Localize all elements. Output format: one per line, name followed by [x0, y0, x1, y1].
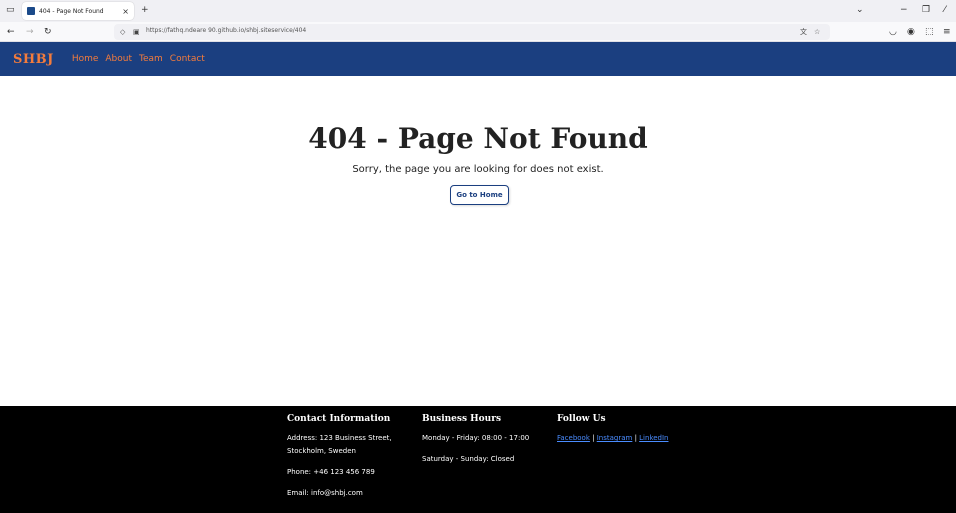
- hours-heading: Business Hours: [422, 414, 502, 424]
- nav-team[interactable]: Team: [139, 54, 163, 64]
- email: Email: info@shbj.com: [287, 489, 363, 497]
- minimize-button[interactable]: −: [900, 3, 908, 17]
- address-line-1: Address: 123 Business Street,: [287, 434, 392, 442]
- sidebar-icon[interactable]: ▭: [6, 3, 15, 17]
- link-separator: |: [589, 434, 597, 442]
- nav-about[interactable]: About: [105, 54, 132, 64]
- footer-hours: Business Hours Monday - Friday: 08:00 - …: [422, 414, 529, 474]
- social-links: Facebook | Instagram | LinkedIn: [557, 432, 669, 445]
- star-icon[interactable]: ☆: [814, 26, 820, 38]
- main-nav: Home About Team Contact: [72, 54, 212, 64]
- menu-icon[interactable]: ≡: [943, 25, 951, 39]
- site-logo[interactable]: SHBJ: [13, 52, 54, 67]
- browser-tabstrip: ▭ 404 - Page Not Found × + ⌄ − ❐ ⁄: [0, 0, 956, 22]
- restore-button[interactable]: ❐: [922, 3, 930, 17]
- browser-toolbar: ← → ↻ ◇ ▣ https://fathq.ndeare 90.github…: [0, 22, 956, 42]
- back-arrow-icon[interactable]: ←: [7, 25, 15, 39]
- tab-close-icon[interactable]: ×: [122, 7, 129, 16]
- linkedin-link[interactable]: LinkedIn: [639, 434, 668, 442]
- footer-follow: Follow Us Facebook | Instagram | LinkedI…: [557, 414, 669, 453]
- nav-home[interactable]: Home: [72, 54, 99, 64]
- extensions-icon[interactable]: ⬚: [925, 25, 934, 39]
- pocket-icon[interactable]: ◡: [889, 25, 897, 39]
- instagram-link[interactable]: Instagram: [597, 434, 633, 442]
- site-header: SHBJ Home About Team Contact: [0, 42, 956, 76]
- browser-tab[interactable]: 404 - Page Not Found ×: [22, 2, 134, 20]
- weekday-hours: Monday - Friday: 08:00 - 17:00: [422, 434, 530, 442]
- favicon-icon: [27, 7, 35, 15]
- weekend-hours: Saturday - Sunday: Closed: [422, 455, 515, 463]
- nav-contact[interactable]: Contact: [170, 54, 205, 64]
- error-message: Sorry, the page you are looking for does…: [352, 164, 604, 175]
- address-bar[interactable]: ◇ ▣ https://fathq.ndeare 90.github.io/sh…: [114, 24, 830, 40]
- phone: Phone: +46 123 456 789: [287, 468, 375, 476]
- tab-title: 404 - Page Not Found: [39, 7, 104, 15]
- contact-heading: Contact Information: [287, 414, 391, 424]
- follow-heading: Follow Us: [557, 414, 606, 424]
- address: Address: 123 Business Street, Stockholm,…: [287, 432, 392, 458]
- footer-contact: Contact Information Address: 123 Busines…: [287, 414, 392, 508]
- forward-arrow-icon[interactable]: →: [26, 25, 34, 39]
- url-text[interactable]: https://fathq.ndeare 90.github.io/shbj.s…: [146, 27, 306, 34]
- go-home-button[interactable]: Go to Home: [450, 185, 509, 205]
- list-all-tabs-icon[interactable]: ⌄: [856, 3, 864, 17]
- lock-icon[interactable]: ▣: [133, 26, 140, 38]
- main-content: 404 - Page Not Found Sorry, the page you…: [0, 76, 956, 406]
- facebook-link[interactable]: Facebook: [557, 434, 590, 442]
- shield-icon[interactable]: ◇: [120, 26, 125, 38]
- address-line-2: Stockholm, Sweden: [287, 447, 356, 455]
- close-window-button[interactable]: ⁄: [944, 3, 946, 17]
- reload-icon[interactable]: ↻: [44, 25, 52, 39]
- page-title: 404 - Page Not Found: [308, 122, 648, 155]
- account-icon[interactable]: ◉: [907, 25, 915, 39]
- translate-icon[interactable]: 文: [800, 26, 807, 38]
- new-tab-button[interactable]: +: [141, 3, 149, 17]
- site-footer: Contact Information Address: 123 Busines…: [0, 406, 956, 513]
